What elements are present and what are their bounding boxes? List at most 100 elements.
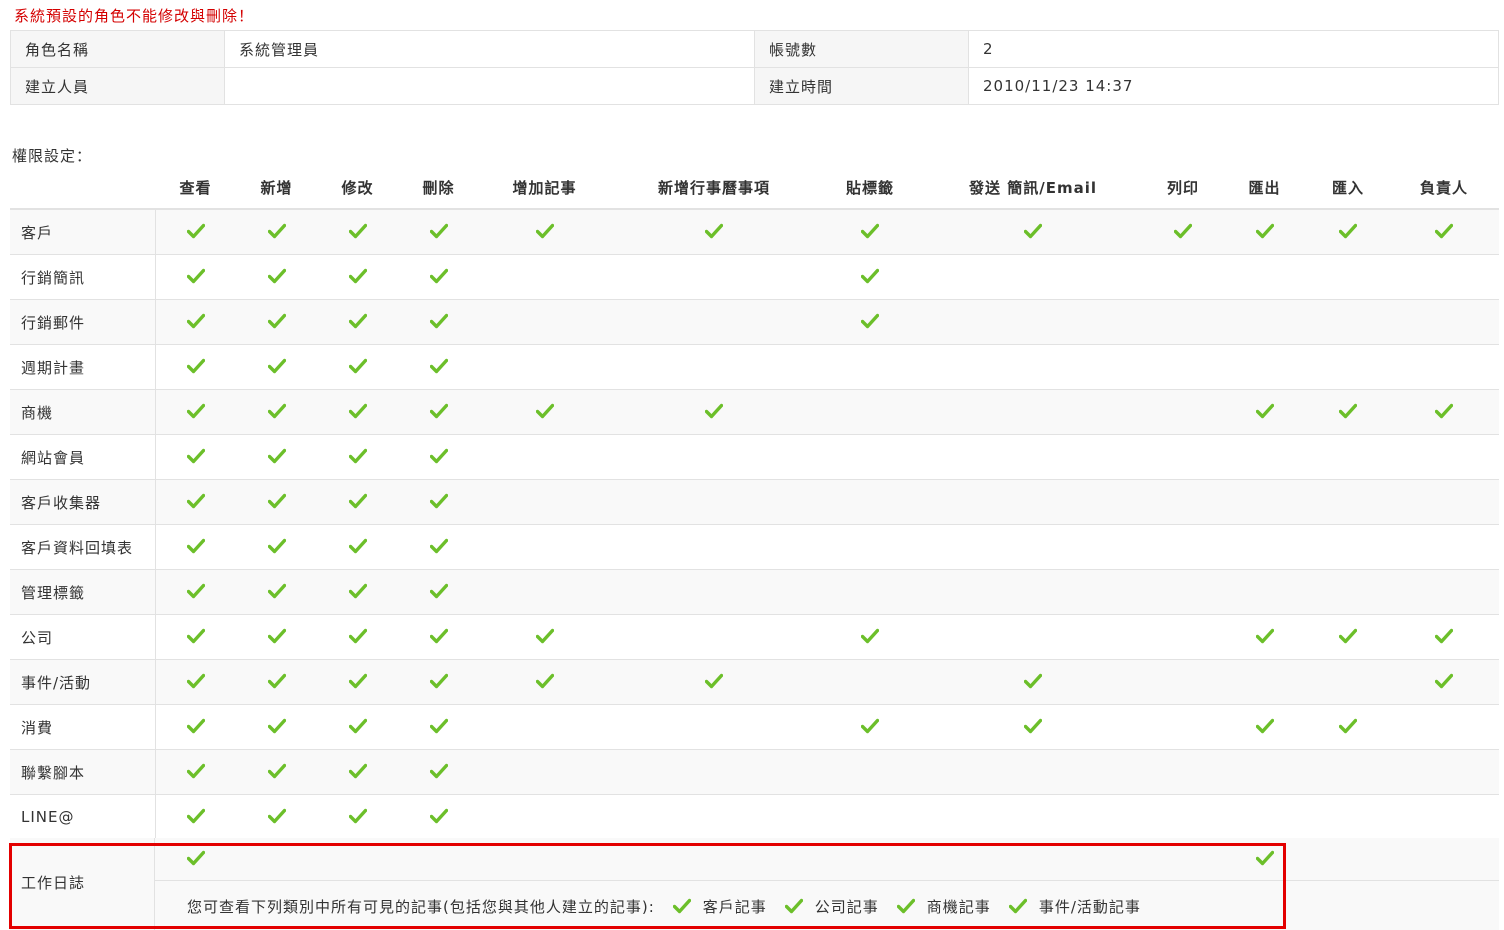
check-icon <box>429 358 448 376</box>
check-icon <box>186 448 205 466</box>
check-icon <box>348 223 367 241</box>
permission-cell <box>317 749 398 795</box>
check-icon <box>429 583 448 601</box>
check-icon <box>186 538 205 556</box>
permission-cell <box>610 299 818 345</box>
permission-cell <box>155 794 236 840</box>
column-header: 查看 <box>155 166 236 210</box>
column-header: 新增 <box>236 166 317 210</box>
permission-cell <box>1222 704 1307 750</box>
permission-cell <box>479 389 610 435</box>
permission-row-label: 網站會員 <box>10 434 156 480</box>
permission-cell <box>1389 254 1499 300</box>
check-icon <box>429 268 448 286</box>
permission-cell <box>236 254 317 300</box>
created-time-label: 建立時間 <box>754 67 969 105</box>
check-icon <box>267 538 286 556</box>
permission-cell <box>317 524 398 570</box>
permission-cell <box>1307 344 1389 390</box>
permission-row-label: 客戶收集器 <box>10 479 156 525</box>
check-icon <box>267 403 286 421</box>
permission-cell <box>922 524 1144 570</box>
permission-cell <box>610 479 818 525</box>
check-icon <box>267 628 286 646</box>
permission-cell <box>479 344 610 390</box>
permission-cell <box>155 524 236 570</box>
permission-row-label: 消費 <box>10 704 156 750</box>
permission-cell <box>1307 209 1389 255</box>
permission-cell <box>1144 659 1222 705</box>
highlight-box <box>9 843 1286 929</box>
permission-cell <box>155 389 236 435</box>
column-header: 刪除 <box>398 166 479 210</box>
check-icon <box>348 628 367 646</box>
role-info-table: 角色名稱 系統管理員 帳號數 2 建立人員 建立時間 2010/11/23 14… <box>10 30 1499 105</box>
permission-cell <box>818 344 922 390</box>
permission-cell <box>1222 524 1307 570</box>
permission-cell <box>818 704 922 750</box>
check-icon <box>1024 673 1042 691</box>
check-icon <box>1339 628 1357 646</box>
permission-cell <box>1144 209 1222 255</box>
permission-cell <box>922 299 1144 345</box>
permission-cell <box>1144 389 1222 435</box>
permission-cell <box>236 749 317 795</box>
check-icon <box>535 673 554 691</box>
permission-cell <box>236 344 317 390</box>
permission-cell <box>317 344 398 390</box>
permission-cell <box>818 524 922 570</box>
permission-cell <box>610 659 818 705</box>
permission-row-label: 管理標籤 <box>10 569 156 615</box>
check-icon <box>348 268 367 286</box>
permission-row: 網站會員 <box>10 434 1499 480</box>
permission-cell <box>479 614 610 660</box>
permission-cell <box>922 479 1144 525</box>
permission-cell <box>1222 659 1307 705</box>
check-icon <box>1255 223 1274 241</box>
check-icon <box>348 358 367 376</box>
check-icon <box>1435 223 1453 241</box>
permission-row-label: 行銷郵件 <box>10 299 156 345</box>
permission-cell <box>1307 299 1389 345</box>
permission-cell <box>155 479 236 525</box>
permission-cell <box>1222 389 1307 435</box>
check-icon <box>348 673 367 691</box>
permission-cell <box>610 389 818 435</box>
permission-cell <box>1144 434 1222 480</box>
permission-cell <box>922 569 1144 615</box>
permission-cell <box>922 209 1144 255</box>
permission-cell <box>398 524 479 570</box>
check-icon <box>348 313 367 331</box>
check-icon <box>429 673 448 691</box>
permission-cell <box>1222 254 1307 300</box>
permission-cell <box>317 479 398 525</box>
permission-cell <box>1389 704 1499 750</box>
permission-cell <box>1144 479 1222 525</box>
permission-cell <box>398 794 479 840</box>
permission-settings-title: 權限設定： <box>12 147 93 165</box>
permission-cell <box>398 704 479 750</box>
check-icon <box>429 538 448 556</box>
column-header: 列印 <box>1144 166 1222 210</box>
permission-cell <box>1144 344 1222 390</box>
permission-cell <box>610 749 818 795</box>
permission-cell <box>922 749 1144 795</box>
permission-cell <box>1144 569 1222 615</box>
role-name-value: 系統管理員 <box>224 30 755 68</box>
permission-cell <box>922 254 1144 300</box>
permission-cell <box>922 344 1144 390</box>
permission-cell <box>479 524 610 570</box>
permission-cell <box>1144 794 1222 840</box>
check-icon <box>267 448 286 466</box>
permission-row: LINE@ <box>10 794 1499 840</box>
creator-value <box>224 67 755 105</box>
permission-cell <box>818 794 922 840</box>
permission-cell <box>1389 569 1499 615</box>
check-icon <box>267 313 286 331</box>
permission-row: 公司 <box>10 614 1499 660</box>
check-icon <box>861 313 879 331</box>
permission-cell <box>1389 749 1499 795</box>
permission-cell <box>479 209 610 255</box>
permission-cell <box>236 704 317 750</box>
permission-cell <box>155 434 236 480</box>
